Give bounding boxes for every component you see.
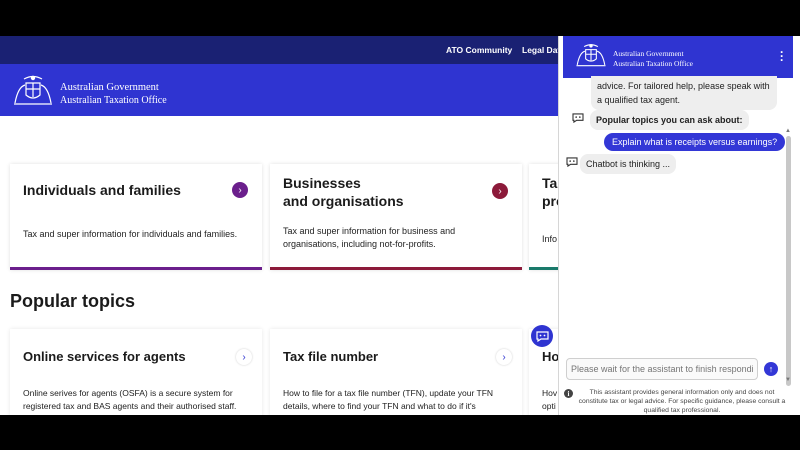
coat-of-arms-logo[interactable] (10, 73, 56, 107)
chatbot-launcher-button[interactable] (531, 325, 553, 347)
chat-bubble-icon (535, 330, 549, 342)
bot-message: advice. For tailored help, please speak … (591, 76, 777, 110)
card-title: Individuals and families (23, 182, 181, 198)
chat-brand: Australian Government Australian Taxatio… (613, 49, 693, 69)
coat-of-arms-logo (576, 44, 606, 67)
chat-disclaimer: This assistant provides general informat… (578, 389, 786, 414)
browser-viewport: ATO Community Legal Dat Australian Gover… (0, 36, 800, 415)
user-message: Explain what is receipts versus earnings… (604, 133, 786, 151)
more-options-icon[interactable]: · · · (779, 46, 785, 66)
bot-avatar-icon (566, 157, 578, 167)
send-arrow-icon[interactable]: ↑ (764, 362, 778, 376)
topic-description: Hov opti (542, 387, 557, 413)
brand-line-ato: Australian Taxation Office (60, 95, 167, 106)
brand-line-ato: Australian Taxation Office (613, 59, 694, 68)
scroll-down-arrow-icon[interactable]: ▼ (785, 377, 791, 383)
topic-card-online-services-for-agents[interactable]: Online services for agents › Online seri… (10, 329, 262, 415)
card-desc-line-1: Tax and super information for business a… (283, 226, 456, 236)
chat-scrollbar-thumb[interactable] (786, 136, 791, 386)
chat-header: Australian Government Australian Taxatio… (563, 36, 793, 78)
card-accent-bar (270, 267, 522, 270)
topic-description: Online serives for agents (OSFA) is a se… (23, 387, 258, 413)
topic-desc-line-2: details, where to find your TFN and what… (283, 401, 476, 411)
card-description: Info (542, 234, 558, 244)
card-description: Tax and super information for business a… (283, 225, 518, 251)
chevron-right-icon[interactable]: › (496, 349, 512, 365)
bot-avatar-icon (572, 113, 584, 123)
bot-popular-topics-label: Popular topics you can ask about: (590, 110, 749, 130)
card-desc-line-2: organisations, including not-for-profits… (283, 239, 436, 249)
card-title-line-1: Ta (542, 175, 558, 191)
brand-line-government: Australian Government (60, 82, 159, 93)
nav-link-ato-community[interactable]: ATO Community (446, 45, 512, 55)
chevron-right-icon[interactable]: › (232, 182, 248, 198)
topic-desc-line-1: How to file for a tax file number (TFN),… (283, 388, 494, 398)
chat-message-input[interactable] (566, 358, 758, 380)
card-businesses-and-organisations[interactable]: Businesses and organisations › Tax and s… (270, 164, 522, 270)
topic-title: Online services for agents (23, 349, 186, 364)
topic-description: How to file for a tax file number (TFN),… (283, 387, 518, 413)
topic-title: Tax file number (283, 349, 379, 364)
card-title: Businesses and organisations (283, 174, 404, 210)
scroll-up-arrow-icon[interactable]: ▲ (785, 128, 791, 134)
chevron-right-icon[interactable]: › (492, 183, 508, 199)
bot-message-line-2: a qualified tax agent. (597, 95, 681, 105)
card-title-line-2: and organisations (283, 193, 404, 209)
bot-message-line-1: advice. For tailored help, please speak … (597, 81, 770, 91)
bot-thinking-indicator: Chatbot is thinking ... (580, 154, 677, 174)
topic-card-tax-file-number[interactable]: Tax file number › How to file for a tax … (270, 329, 522, 415)
topic-desc-line-2: registered tax and BAS agents and their … (23, 401, 237, 411)
chevron-right-icon[interactable]: › (236, 349, 252, 365)
topic-desc-line-1: Online serives for agents (OSFA) is a se… (23, 388, 233, 398)
topic-desc-line-1: Hov (542, 388, 558, 398)
card-accent-bar (10, 267, 262, 270)
nav-link-legal-database[interactable]: Legal Dat (522, 45, 560, 55)
popular-topics-heading: Popular topics (10, 291, 136, 311)
card-individuals-and-families[interactable]: Individuals and families › Tax and super… (10, 164, 262, 270)
brand-line-government: Australian Government (613, 49, 684, 58)
card-description: Tax and super information for individual… (23, 229, 238, 239)
topic-desc-line-2: opti (542, 401, 556, 411)
site-brand[interactable]: Australian Government Australian Taxatio… (60, 81, 167, 107)
card-title-line-1: Businesses (283, 175, 361, 191)
topic-title: Ho (542, 349, 560, 364)
info-icon: i (564, 389, 573, 398)
